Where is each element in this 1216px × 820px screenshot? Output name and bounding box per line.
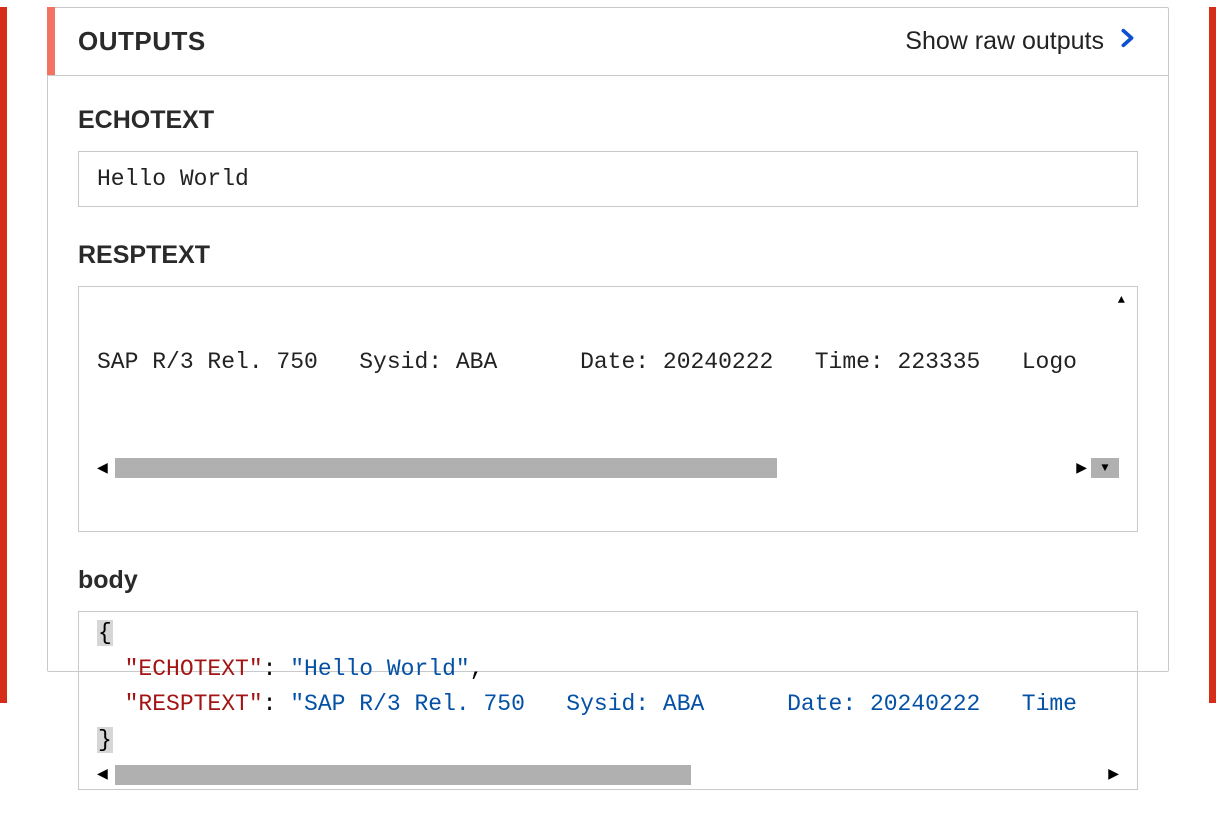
body-value-box[interactable]: { "ECHOTEXT": "Hello World", "RESPTEXT":… xyxy=(78,611,1138,790)
json-colon: : xyxy=(263,691,291,717)
scroll-down-icon[interactable]: ▼ xyxy=(1091,458,1119,478)
echotext-value: Hello World xyxy=(97,166,249,192)
outputs-body: ECHOTEXT Hello World RESPTEXT SAP R/3 Re… xyxy=(48,76,1168,820)
outputs-header: OUTPUTS Show raw outputs xyxy=(48,8,1168,76)
show-raw-outputs-label: Show raw outputs xyxy=(905,27,1104,56)
resptext-field: RESPTEXT SAP R/3 Rel. 750 Sysid: ABA Dat… xyxy=(78,241,1138,532)
chevron-right-icon xyxy=(1116,27,1138,56)
json-comma: , xyxy=(470,656,484,682)
body-label: body xyxy=(78,566,1138,595)
scroll-right-icon[interactable]: ▶ xyxy=(1069,460,1087,477)
resptext-value-box[interactable]: SAP R/3 Rel. 750 Sysid: ABA Date: 202402… xyxy=(78,286,1138,532)
json-val-resptext: "SAP R/3 Rel. 750 Sysid: ABA Date: 20240… xyxy=(290,691,1077,717)
scroll-left-icon[interactable]: ◀ xyxy=(97,460,115,477)
body-json-code: { "ECHOTEXT": "Hello World", "RESPTEXT":… xyxy=(79,616,1137,759)
json-brace-close: } xyxy=(97,727,113,753)
body-scrollbar[interactable]: ◀ ▶ xyxy=(79,765,1137,789)
resptext-scrollbar[interactable]: ◀ ▶ ▼ xyxy=(97,457,1119,479)
echotext-value-box[interactable]: Hello World xyxy=(78,151,1138,207)
json-key-echotext: "ECHOTEXT" xyxy=(125,656,263,682)
show-raw-outputs-button[interactable]: Show raw outputs xyxy=(905,27,1138,56)
scrollbar-thumb[interactable] xyxy=(115,458,777,478)
resptext-label: RESPTEXT xyxy=(78,241,1138,270)
json-val-echotext: "Hello World" xyxy=(290,656,469,682)
scroll-right-icon[interactable]: ▶ xyxy=(1101,766,1119,783)
scrollbar-thumb[interactable] xyxy=(115,765,691,785)
scroll-up-icon[interactable]: ▲ xyxy=(1118,293,1125,307)
scroll-left-icon[interactable]: ◀ xyxy=(97,766,115,783)
resptext-value: SAP R/3 Rel. 750 Sysid: ABA Date: 202402… xyxy=(97,349,1119,375)
body-field: body { "ECHOTEXT": "Hello World", "RESPT… xyxy=(78,566,1138,790)
json-colon: : xyxy=(263,656,291,682)
echotext-label: ECHOTEXT xyxy=(78,106,1138,135)
echotext-field: ECHOTEXT Hello World xyxy=(78,106,1138,207)
outputs-title: OUTPUTS xyxy=(48,26,206,57)
json-key-resptext: "RESPTEXT" xyxy=(125,691,263,717)
json-brace-open: { xyxy=(97,620,113,646)
outputs-panel: OUTPUTS Show raw outputs ECHOTEXT Hello … xyxy=(47,7,1169,672)
